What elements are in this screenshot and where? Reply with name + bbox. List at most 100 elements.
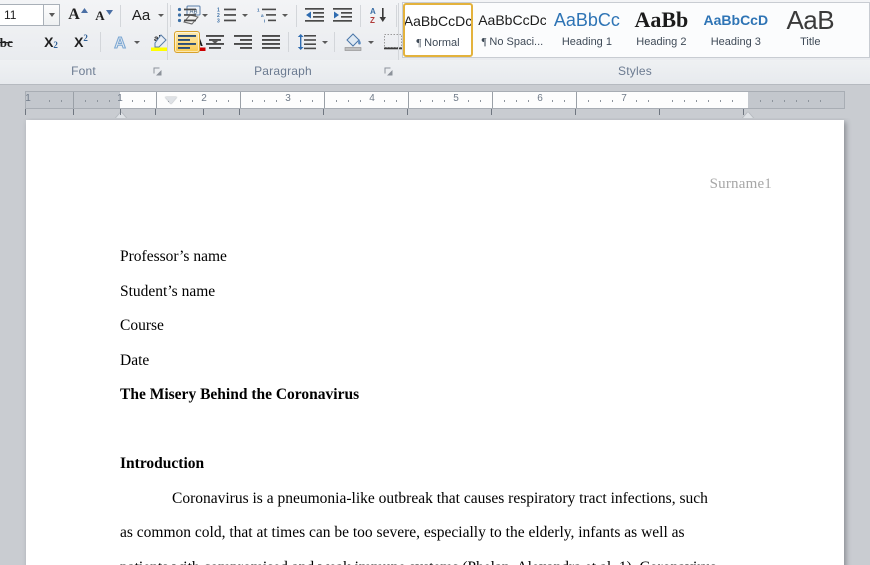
style-label-text: Heading 3 — [710, 36, 761, 48]
multilevel-list-icon: 1 a i — [257, 7, 276, 23]
style-label: Heading 1 — [553, 36, 621, 48]
group-label-styles: Styles — [618, 64, 652, 78]
center-button[interactable] — [202, 31, 228, 53]
align-text-right-button[interactable] — [230, 31, 256, 53]
document-canvas[interactable]: Surname1 Professor’s name Student’s name… — [0, 118, 870, 565]
style-label-text: Heading 1 — [561, 36, 612, 48]
line-spacing-icon — [297, 34, 316, 50]
pilcrow-mark: ¶ — [416, 37, 425, 49]
shading-dropdown-arrow[interactable] — [366, 31, 375, 53]
shrink-font-icon: A — [95, 7, 105, 23]
style-item-heading-2[interactable]: AaBb Heading 2 — [626, 3, 696, 57]
line-and-paragraph-spacing-button[interactable] — [294, 31, 320, 53]
grow-font-button[interactable]: A — [66, 4, 90, 26]
svg-text:A: A — [114, 35, 126, 51]
style-preview: AaB — [776, 4, 844, 36]
body-line-1: Coronavirus is a pneumonia-like outbreak… — [172, 489, 708, 507]
superscript-index: 2 — [83, 33, 88, 43]
sort-icon: A Z — [370, 7, 386, 24]
first-line-indent-marker[interactable] — [165, 97, 177, 104]
text-effects-dropdown-arrow[interactable] — [132, 31, 141, 53]
ruler-number-7: 7 — [621, 93, 627, 104]
document-page[interactable]: Surname1 Professor’s name Student’s name… — [26, 120, 844, 565]
down-arrow-icon — [105, 9, 113, 15]
ruler-number-2: 2 — [201, 93, 207, 104]
ruler-number-5: 5 — [453, 93, 459, 104]
style-item-no-spacing[interactable]: AaBbCcDc ¶ No Spaci... — [477, 3, 547, 57]
align-text-left-button[interactable] — [174, 31, 200, 53]
text-highlight-color-button[interactable]: ab — [146, 31, 172, 53]
document-header-surname: Surname1 — [709, 176, 772, 192]
style-item-subtitle[interactable]: AaB Sub — [850, 3, 869, 57]
style-item-heading-1[interactable]: AaBbCс Heading 1 — [552, 3, 622, 57]
style-label: Title — [776, 36, 844, 48]
document-body[interactable]: Professor’s name Student’s name Course D… — [120, 240, 750, 565]
multilevel-list-dropdown-arrow[interactable] — [280, 4, 289, 26]
numbering-dropdown-arrow[interactable] — [240, 4, 249, 26]
font-size-value: 11 — [4, 8, 17, 22]
align-center-icon — [206, 35, 224, 49]
shading-button[interactable] — [340, 31, 366, 53]
svg-text:A: A — [370, 7, 376, 16]
subscript-button[interactable]: X 2 — [38, 31, 64, 53]
style-preview-text: AaBbCcDc — [478, 12, 547, 28]
ribbon: 11 A A Aa AB bc X 2 X 2 A 1 2 3 1 a i A … — [0, 0, 870, 85]
multilevel-list-button[interactable]: 1 a i — [254, 4, 280, 26]
style-preview: AaBbCcDc — [478, 4, 546, 36]
numbering-button[interactable]: 1 2 3 — [214, 4, 240, 26]
ruler-number-3: 3 — [285, 93, 291, 104]
svg-text:a: a — [261, 13, 264, 18]
font-dialog-launcher[interactable] — [152, 66, 163, 77]
increase-indent-icon — [333, 8, 352, 22]
superscript-button[interactable]: X 2 — [68, 31, 94, 53]
paragraph-dialog-launcher[interactable] — [383, 66, 394, 77]
horizontal-ruler[interactable]: 1 1 2 3 4 5 6 7 — [25, 91, 845, 126]
decrease-indent-button[interactable] — [302, 4, 328, 26]
bullets-button[interactable] — [174, 4, 200, 26]
change-case-button[interactable]: Aa — [126, 4, 156, 26]
line-student-name: Student’s name — [120, 282, 216, 300]
svg-text:Z: Z — [370, 16, 375, 24]
shrink-font-button[interactable]: A — [92, 4, 116, 26]
document-title: The Misery Behind the Coronavirus — [120, 386, 360, 403]
justify-button[interactable] — [258, 31, 284, 53]
grow-font-icon: A — [68, 6, 80, 23]
style-label: Heading 3 — [702, 36, 770, 48]
line-spacing-dropdown-arrow[interactable] — [320, 31, 329, 53]
text-effects-button[interactable]: A — [108, 31, 132, 53]
section-heading-introduction: Introduction — [120, 455, 205, 472]
style-item-title[interactable]: AaB Title — [775, 3, 845, 57]
font-size-dropdown-arrow[interactable] — [44, 4, 60, 26]
group-label-paragraph: Paragraph — [254, 64, 312, 78]
ruler-number-4: 4 — [369, 93, 375, 104]
style-preview: AaB — [851, 4, 869, 36]
style-item-heading-3[interactable]: AaBbCcD Heading 3 — [701, 3, 771, 57]
bullets-dropdown-arrow[interactable] — [200, 4, 209, 26]
ruler-left-label: 1 — [25, 93, 31, 104]
style-label-text: Title — [800, 36, 821, 48]
superscript-icon: X — [74, 34, 84, 50]
style-label: ¶ Normal — [405, 37, 471, 49]
increase-indent-button[interactable] — [330, 4, 356, 26]
style-label: Sub — [851, 36, 869, 48]
subscript-index: 2 — [53, 40, 58, 50]
style-item-normal[interactable]: AaBbCcDc ¶ Normal — [403, 3, 473, 57]
change-case-dropdown-arrow[interactable] — [156, 4, 165, 26]
style-preview: AaBb — [627, 4, 695, 36]
style-preview-text: AaBbCcDc — [405, 13, 471, 29]
ruler-number-6: 6 — [537, 93, 543, 104]
font-size-input[interactable]: 11 — [0, 4, 44, 26]
style-label: Heading 2 — [627, 36, 695, 48]
strikethrough-button[interactable]: abc — [0, 31, 15, 53]
align-left-icon — [178, 35, 196, 49]
ruler-number-1: 1 — [117, 93, 123, 104]
ribbon-group-paragraph: 1 2 3 1 a i A Z — [170, 0, 417, 60]
style-label: ¶ No Spaci... — [478, 36, 546, 48]
body-line-3: patients with compromised and weak immun… — [120, 551, 750, 565]
sort-button[interactable]: A Z — [366, 4, 392, 26]
ribbon-controls: 11 A A Aa AB bc X 2 X 2 A 1 2 3 1 a i A … — [0, 0, 870, 75]
body-line-2: as common cold, that at times can be too… — [120, 524, 685, 541]
line-professor-name: Professor’s name — [120, 248, 227, 265]
styles-gallery[interactable]: AaBbCcDc ¶ Normal AaBbCcDc ¶ No Spaci...… — [402, 2, 870, 58]
